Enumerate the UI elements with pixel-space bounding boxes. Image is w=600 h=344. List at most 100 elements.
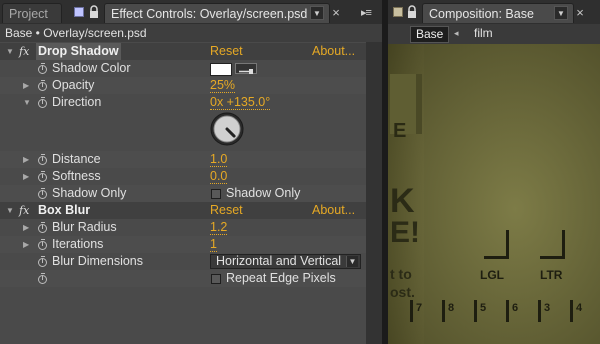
param-label: Opacity (52, 78, 95, 92)
chevron-right-icon[interactable]: ▶ (23, 236, 29, 253)
close-glyph: × (576, 4, 584, 20)
panel-menu-icon[interactable]: ▸≡ (356, 5, 376, 19)
param-label: Distance (52, 152, 101, 166)
composition-viewer[interactable]: E K E! t to ost. LGL LTR 785634 (388, 44, 600, 344)
blur-dimensions-dropdown[interactable]: Horizontal and Vertical ▼ (210, 254, 361, 269)
about-link[interactable]: About... (312, 203, 355, 217)
param-row-shadow-color: Shadow Color (0, 60, 366, 77)
overlay-letter: E (393, 120, 407, 142)
param-label: Shadow Color (52, 61, 131, 75)
close-icon[interactable]: × (574, 4, 586, 20)
chevron-right-icon[interactable]: ▶ (23, 168, 29, 185)
scrollbar[interactable] (366, 42, 382, 344)
right-tab-bar: Composition: Base ▼ × (388, 0, 600, 24)
lock-icon[interactable] (406, 5, 418, 19)
close-glyph: × (332, 4, 340, 20)
tick-mark (442, 300, 445, 322)
stopwatch-icon[interactable] (38, 154, 47, 165)
tick-mark (570, 300, 573, 322)
label-ltr: LTR (540, 268, 563, 282)
param-label: Blur Dimensions (52, 254, 144, 268)
overlay-line: t to (390, 266, 412, 282)
tab-effect-controls-label: Effect Controls: Overlay/screen.psd (111, 7, 308, 21)
tick-mark (506, 300, 509, 322)
corner-mark (540, 230, 565, 259)
param-row-repeat-edge: Repeat Edge Pixels (0, 270, 366, 287)
tick-number: 3 (544, 302, 551, 314)
overlay-letter-e: E! (390, 216, 420, 249)
chevron-right-icon[interactable]: ▶ (23, 219, 29, 236)
effect-row-drop-shadow: ▼ fx Drop Shadow Reset About... (0, 43, 366, 60)
effect-name-box-blur[interactable]: Box Blur (38, 202, 90, 219)
tick-mark (474, 300, 477, 322)
opacity-value[interactable]: 25% (210, 78, 236, 93)
fx-icon[interactable]: fx (19, 202, 29, 219)
tab-project[interactable]: Project (2, 3, 62, 23)
corner-mark (484, 230, 509, 259)
panel-icon (73, 6, 85, 18)
direction-dial-area (0, 111, 366, 150)
iterations-value[interactable]: 1 (210, 237, 217, 252)
shadow-only-checkbox[interactable] (211, 189, 221, 199)
stopwatch-icon[interactable] (38, 63, 47, 74)
stopwatch-icon[interactable] (38, 273, 47, 284)
lock-icon[interactable] (88, 5, 100, 19)
softness-value[interactable]: 0.0 (210, 169, 228, 184)
param-label: Iterations (52, 237, 104, 251)
dropdown-value: Horizontal and Vertical (216, 254, 342, 268)
chevron-right-icon[interactable]: ▶ (23, 151, 29, 168)
tick-mark (410, 300, 413, 322)
checkbox-label: Shadow Only (226, 186, 301, 200)
stopwatch-icon[interactable] (38, 188, 47, 199)
param-label: Direction (52, 95, 102, 109)
stopwatch-icon[interactable] (38, 239, 47, 250)
tab-composition[interactable]: Composition: Base (422, 3, 574, 23)
comp-breadcrumb-base[interactable]: Base (410, 26, 450, 43)
chevron-down-icon[interactable]: ▼ (310, 6, 324, 20)
chevron-down-icon[interactable]: ▼ (6, 43, 14, 60)
chevron-down-icon[interactable]: ▼ (23, 94, 31, 111)
tick-number: 8 (448, 302, 455, 314)
reset-button[interactable]: Reset (210, 203, 243, 217)
about-link[interactable]: About... (312, 44, 355, 58)
stopwatch-icon[interactable] (38, 80, 47, 91)
chevron-down-icon: ▼ (346, 256, 358, 267)
reset-button[interactable]: Reset (210, 44, 243, 58)
param-row-softness: ▶ Softness 0.0 (0, 168, 366, 185)
menu-glyph: ▸≡ (361, 6, 372, 19)
breadcrumb-text: Base • Overlay/screen.psd (5, 26, 147, 40)
param-row-distance: ▶ Distance 1.0 (0, 151, 366, 168)
label-lgl: LGL (480, 268, 504, 282)
param-label: Softness (52, 169, 101, 183)
stopwatch-icon[interactable] (38, 97, 47, 108)
chevron-left-icon[interactable]: ◂ (454, 26, 459, 41)
chevron-down-icon[interactable]: ▼ (554, 6, 568, 20)
eyedropper-icon[interactable] (235, 63, 257, 74)
param-row-direction: ▼ Direction 0x +135.0° (0, 94, 366, 111)
stopwatch-icon[interactable] (38, 171, 47, 182)
param-row-blur-radius: ▶ Blur Radius 1.2 (0, 219, 366, 236)
stopwatch-icon[interactable] (38, 256, 47, 267)
chevron-down-icon[interactable]: ▼ (6, 202, 14, 219)
tab-project-label: Project (9, 7, 48, 21)
tab-effect-controls[interactable]: Effect Controls: Overlay/screen.psd (104, 3, 330, 23)
comp-breadcrumb-film[interactable]: film (474, 26, 493, 41)
tab-composition-label: Composition: Base (429, 7, 534, 21)
fx-icon[interactable]: fx (19, 43, 29, 60)
param-row-shadow-only: Shadow Only Shadow Only (0, 185, 366, 202)
effect-name-drop-shadow[interactable]: Drop Shadow (36, 43, 121, 60)
direction-value[interactable]: 0x +135.0° (210, 95, 271, 110)
stopwatch-icon[interactable] (38, 222, 47, 233)
distance-value[interactable]: 1.0 (210, 152, 228, 167)
breadcrumb: Base • Overlay/screen.psd (0, 24, 382, 42)
blur-radius-value[interactable]: 1.2 (210, 220, 228, 235)
param-row-blur-dimensions: Blur Dimensions Horizontal and Vertical … (0, 253, 366, 270)
color-swatch[interactable] (210, 63, 232, 76)
overlay-line: ost. (390, 284, 415, 300)
angle-dial[interactable] (209, 111, 245, 147)
tick-number: 4 (576, 302, 583, 314)
repeat-edge-checkbox[interactable] (211, 274, 221, 284)
close-icon[interactable]: × (330, 4, 342, 20)
tick-number: 5 (480, 302, 487, 314)
chevron-right-icon[interactable]: ▶ (23, 77, 29, 94)
